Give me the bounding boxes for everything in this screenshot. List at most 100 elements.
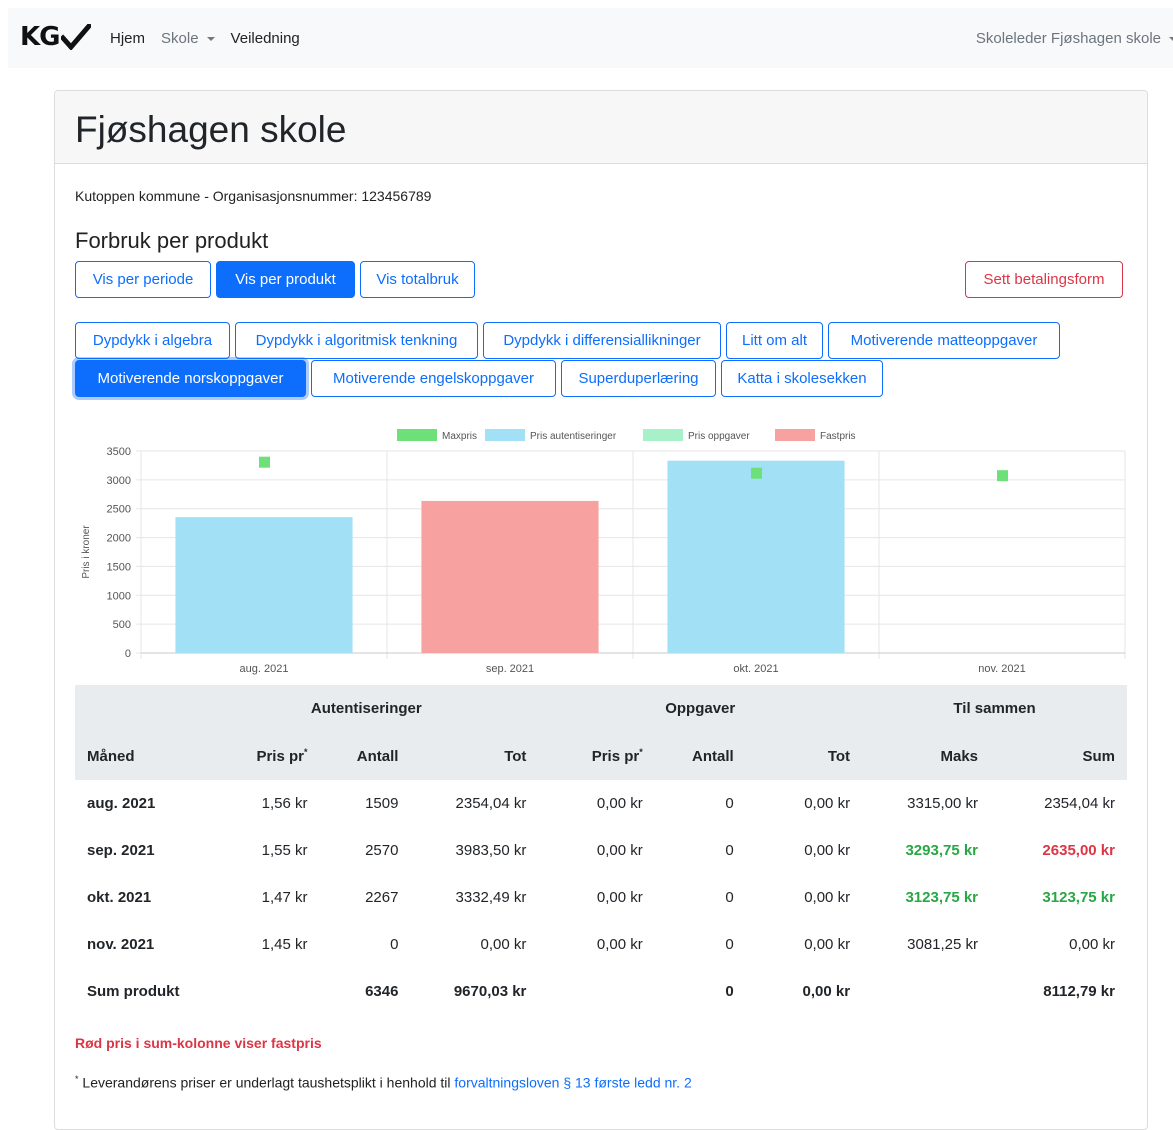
- x-tick-label: aug. 2021: [240, 663, 289, 675]
- cell-auth-total: 3983,50 kr: [455, 842, 527, 859]
- usage-table: Autentiseringer Oppgaver Til sammen Måne…: [75, 685, 1127, 1015]
- cell-total-auth-count: 6346: [365, 983, 399, 1000]
- y-tick-label: 500: [113, 619, 131, 631]
- cell-auth-count: 2570: [365, 842, 399, 859]
- cell-auth-price: 1,47 kr: [261, 889, 308, 906]
- y-tick-label: 2000: [107, 533, 131, 545]
- cell-sum: 2354,04 kr: [1044, 795, 1115, 812]
- y-tick-label: 1000: [107, 590, 131, 602]
- bar: [667, 460, 845, 653]
- cell-task-price: 0,00 kr: [596, 842, 643, 859]
- table-group-header: Autentiseringer Oppgaver Til sammen: [75, 685, 1127, 732]
- product-button-engelsk[interactable]: Motiverende engelskoppgaver: [311, 360, 556, 397]
- product-button-katta[interactable]: Katta i skolesekken: [721, 360, 883, 397]
- cell-auth-total: 0,00 kr: [480, 936, 527, 953]
- cell-auth-total: 3332,49 kr: [455, 889, 527, 906]
- cell-auth-price: 1,55 kr: [261, 842, 308, 859]
- col-header-auth-antall: Antall: [319, 732, 411, 780]
- footnote-marker: *: [303, 747, 308, 757]
- cell-max: 3293,75 kr: [905, 842, 979, 859]
- cell-auth-price: 1,45 kr: [261, 936, 308, 953]
- cell-auth-price: 1,56 kr: [261, 795, 308, 812]
- legend-swatch: [775, 429, 815, 441]
- brand-text: KG: [20, 22, 60, 52]
- col-header-opp-antall: Antall: [654, 732, 746, 780]
- group-header-autentiseringer: Autentiseringer: [194, 685, 539, 732]
- product-button-algoritmisk[interactable]: Dypdykk i algoritmisk tenkning: [235, 322, 478, 359]
- group-header-empty: [75, 685, 195, 732]
- legend-swatch: [397, 429, 437, 441]
- x-tick-label: sep. 2021: [486, 663, 534, 675]
- cell-total-label: Sum produkt: [87, 983, 180, 1000]
- fixed-price-note: Rød pris i sum-kolonne viser fastpris: [75, 1035, 322, 1051]
- cell-task-price: 0,00 kr: [596, 795, 643, 812]
- nav-dropdown-skole[interactable]: Skole: [161, 30, 215, 47]
- max-price-point: [259, 456, 270, 468]
- legend-swatch: [643, 429, 683, 441]
- table-row: sep. 2021 1,55 kr 2570 3983,50 kr 0,00 k…: [75, 827, 1127, 874]
- set-payment-button[interactable]: Sett betalingsform: [965, 261, 1123, 298]
- bar: [175, 517, 353, 653]
- view-per-period-button[interactable]: Vis per periode: [75, 261, 211, 298]
- legend-label: Maxpris: [442, 431, 477, 442]
- checkmark-icon: [60, 24, 91, 50]
- legend-label: Pris autentiseringer: [530, 431, 617, 442]
- school-card: Fjøshagen skole Kutoppen kommune - Organ…: [54, 90, 1148, 1130]
- cell-sum: 3123,75 kr: [1042, 889, 1115, 906]
- cell-total-task-price: [538, 968, 654, 1015]
- cell-month: sep. 2021: [87, 842, 155, 859]
- cell-auth-count: 1509: [365, 795, 399, 812]
- navbar: KG Hjem Skole Veiledning Skoleleder Fjøs…: [8, 8, 1173, 68]
- cell-task-total: 0,00 kr: [804, 795, 851, 812]
- product-button-algebra[interactable]: Dypdykk i algebra: [75, 322, 230, 359]
- col-header-opp-pris-label: Pris pr: [591, 748, 640, 765]
- nav-link-veiledning[interactable]: Veiledning: [231, 30, 300, 47]
- user-menu[interactable]: Skoleleder Fjøshagen skole: [976, 30, 1173, 47]
- max-price-point: [997, 470, 1008, 482]
- cell-month: aug. 2021: [87, 795, 156, 812]
- table-column-header: Måned Pris pr* Antall Tot Pris pr* Antal…: [75, 732, 1127, 780]
- col-header-maaned: Måned: [75, 732, 195, 780]
- product-button-differensial[interactable]: Dypdykk i differensiallikninger: [483, 322, 721, 359]
- y-tick-label: 1500: [107, 561, 131, 573]
- view-total-button[interactable]: Vis totalbruk: [360, 261, 475, 298]
- legend-label: Pris oppgaver: [688, 431, 750, 442]
- card-header: Fjøshagen skole: [55, 91, 1147, 164]
- y-tick-label: 3000: [107, 475, 131, 487]
- product-button-litt-om-alt[interactable]: Litt om alt: [726, 322, 823, 359]
- table-row: aug. 2021 1,56 kr 1509 2354,04 kr 0,00 k…: [75, 780, 1127, 827]
- chevron-down-icon: [206, 37, 215, 42]
- cell-task-total: 0,00 kr: [804, 936, 851, 953]
- product-button-superduper[interactable]: Superduperlæring: [561, 360, 716, 397]
- col-header-opp-tot: Tot: [745, 732, 863, 780]
- y-axis-label: Pris i kroner: [81, 525, 92, 579]
- cell-task-count: 0: [725, 889, 734, 906]
- cell-task-count: 0: [725, 936, 734, 953]
- product-button-norsk[interactable]: Motiverende norskoppgaver: [75, 360, 306, 397]
- nav-link-hjem[interactable]: Hjem: [110, 30, 145, 47]
- cell-auth-count: 2267: [365, 889, 399, 906]
- cell-sum-fixed-price: 2635,00 kr: [1042, 842, 1115, 859]
- legend-swatch: [485, 429, 525, 441]
- brand-logo[interactable]: KG: [20, 22, 91, 52]
- cell-task-count: 0: [725, 842, 734, 859]
- cell-total-task-total: 0,00 kr: [802, 983, 851, 1000]
- cell-max: 3081,25 kr: [907, 936, 979, 953]
- cell-max: 3315,00 kr: [907, 795, 979, 812]
- cell-total-auth-price: [194, 968, 319, 1015]
- footnote-text: Leverandørens priser er underlagt taushe…: [78, 1074, 455, 1091]
- product-button-matte[interactable]: Motiverende matteoppgaver: [828, 322, 1060, 359]
- max-price-point: [751, 467, 762, 479]
- x-tick-label: okt. 2021: [733, 663, 778, 675]
- view-per-product-button[interactable]: Vis per produkt: [216, 261, 355, 298]
- organization-info: Kutoppen kommune - Organisasjonsnummer: …: [75, 188, 432, 204]
- col-header-sum: Sum: [990, 732, 1127, 780]
- cell-total-task-count: 0: [725, 983, 734, 1000]
- cell-month: okt. 2021: [87, 889, 152, 906]
- cell-total-max: [862, 968, 990, 1015]
- cell-sum: 0,00 kr: [1069, 936, 1115, 953]
- law-link[interactable]: forvaltningsloven § 13 første ledd nr. 2: [454, 1075, 691, 1091]
- chart-svg: 3500 3000 2500 2000 1500 1000 500 0 Pris i krone…: [81, 429, 1126, 675]
- cell-total-sum: 8112,79 kr: [1043, 983, 1115, 1000]
- footnote-marker: *: [639, 747, 643, 757]
